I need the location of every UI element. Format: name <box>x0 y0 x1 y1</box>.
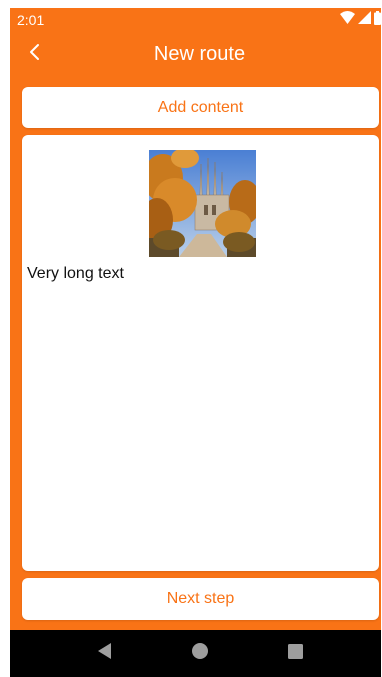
nav-recents-button[interactable] <box>275 630 315 677</box>
status-icons <box>340 10 381 30</box>
battery-icon <box>374 10 381 30</box>
nav-home-button[interactable] <box>180 630 220 677</box>
app-bar: New route <box>10 34 381 80</box>
next-step-label: Next step <box>166 590 235 607</box>
status-bar: 2:01 <box>10 8 381 34</box>
next-step-button[interactable]: Next step <box>22 578 379 620</box>
page-title: New route <box>153 43 246 65</box>
system-nav-bar <box>10 630 381 677</box>
signal-icon <box>358 11 371 29</box>
route-photo[interactable] <box>149 150 256 257</box>
add-content-button[interactable]: Add content <box>22 87 379 128</box>
nav-back-button[interactable] <box>85 630 125 677</box>
content-card: Very long text <box>22 135 379 571</box>
wifi-icon <box>340 11 355 29</box>
app-screen: 2:01 New route Add content Very long tex… <box>10 8 381 677</box>
back-nav-icon <box>98 643 112 664</box>
status-time: 2:01 <box>17 12 45 28</box>
add-content-label: Add content <box>157 98 244 116</box>
content-text: Very long text <box>27 265 124 282</box>
home-nav-icon <box>192 643 208 664</box>
recents-nav-icon <box>287 643 303 664</box>
